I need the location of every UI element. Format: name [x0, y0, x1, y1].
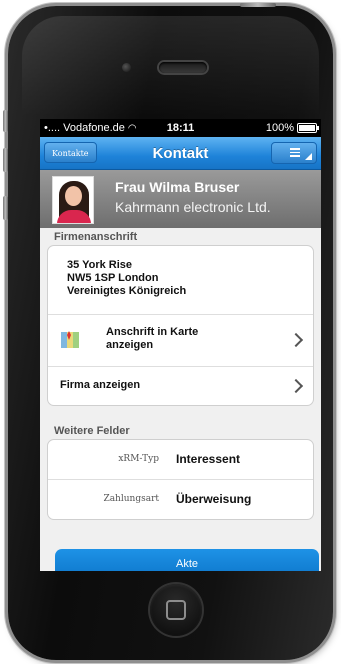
section-label-weitere-felder: Weitere Felder	[54, 425, 130, 437]
status-right: 100%	[265, 122, 319, 134]
back-button-kontakte[interactable]: Kontakte	[44, 142, 97, 163]
battery-percent: 100%	[265, 122, 294, 134]
akte-button[interactable]: Akte	[55, 549, 319, 571]
menu-button[interactable]	[271, 142, 317, 164]
field-key: xRM-Typ	[118, 454, 159, 464]
avatar	[52, 176, 94, 224]
fields-card: xRM-Typ Interessent Zahlungsart Überweis…	[47, 439, 314, 520]
status-bar: •.... Vodafone.de ◠ 18:11 100%	[40, 119, 321, 137]
battery-icon	[297, 123, 319, 133]
contact-header: Frau Wilma Bruser Kahrmann electronic Lt…	[40, 170, 321, 228]
field-key: Zahlungsart	[103, 494, 159, 504]
address-line: Vereinigtes Königreich	[67, 285, 187, 297]
show-on-map-label: Anschrift in Karte anzeigen	[106, 326, 198, 352]
address-line: NW5 1SP London	[67, 272, 159, 284]
dropdown-corner-icon	[305, 153, 312, 160]
field-row-zahlungsart: Zahlungsart Überweisung	[48, 479, 313, 519]
page-title: Kontakt	[152, 144, 209, 162]
app-screen: •.... Vodafone.de ◠ 18:11 100% Kontakte …	[40, 119, 321, 571]
contact-company: Kahrmann electronic Ltd.	[115, 199, 271, 215]
mute-switch	[3, 110, 8, 132]
chevron-right-icon	[288, 332, 304, 348]
volume-up-button	[3, 148, 8, 172]
front-camera	[122, 63, 131, 72]
show-on-map-row[interactable]: Anschrift in Karte anzeigen	[48, 314, 313, 366]
show-company-label: Firma anzeigen	[60, 379, 141, 391]
power-button	[240, 3, 276, 7]
field-value: Interessent	[176, 452, 241, 466]
chevron-right-icon	[288, 378, 304, 394]
navigation-bar: Kontakte Kontakt	[40, 137, 321, 170]
menu-icon	[290, 148, 300, 159]
earpiece-speaker	[159, 62, 207, 73]
volume-down-button	[3, 196, 8, 220]
home-square-icon	[166, 600, 186, 620]
carrier-label: •.... Vodafone.de	[44, 122, 125, 134]
address-block: 35 York Rise NW5 1SP London Vereinigtes …	[48, 246, 313, 314]
home-button[interactable]	[150, 584, 202, 636]
map-icon	[61, 331, 79, 348]
show-company-row[interactable]: Firma anzeigen	[48, 366, 313, 405]
field-row-xrm-typ: xRM-Typ Interessent	[48, 440, 313, 479]
contact-name: Frau Wilma Bruser	[115, 179, 240, 195]
status-left: •.... Vodafone.de ◠	[44, 122, 137, 134]
wifi-icon: ◠	[127, 122, 137, 134]
map-label-line: anzeigen	[106, 339, 154, 351]
map-label-line: Anschrift in Karte	[106, 326, 199, 338]
field-value: Überweisung	[176, 492, 252, 506]
address-line: 35 York Rise	[67, 259, 133, 271]
section-label-firmenanschrift: Firmenanschrift	[54, 231, 138, 243]
address-card: 35 York Rise NW5 1SP London Vereinigtes …	[47, 245, 314, 406]
